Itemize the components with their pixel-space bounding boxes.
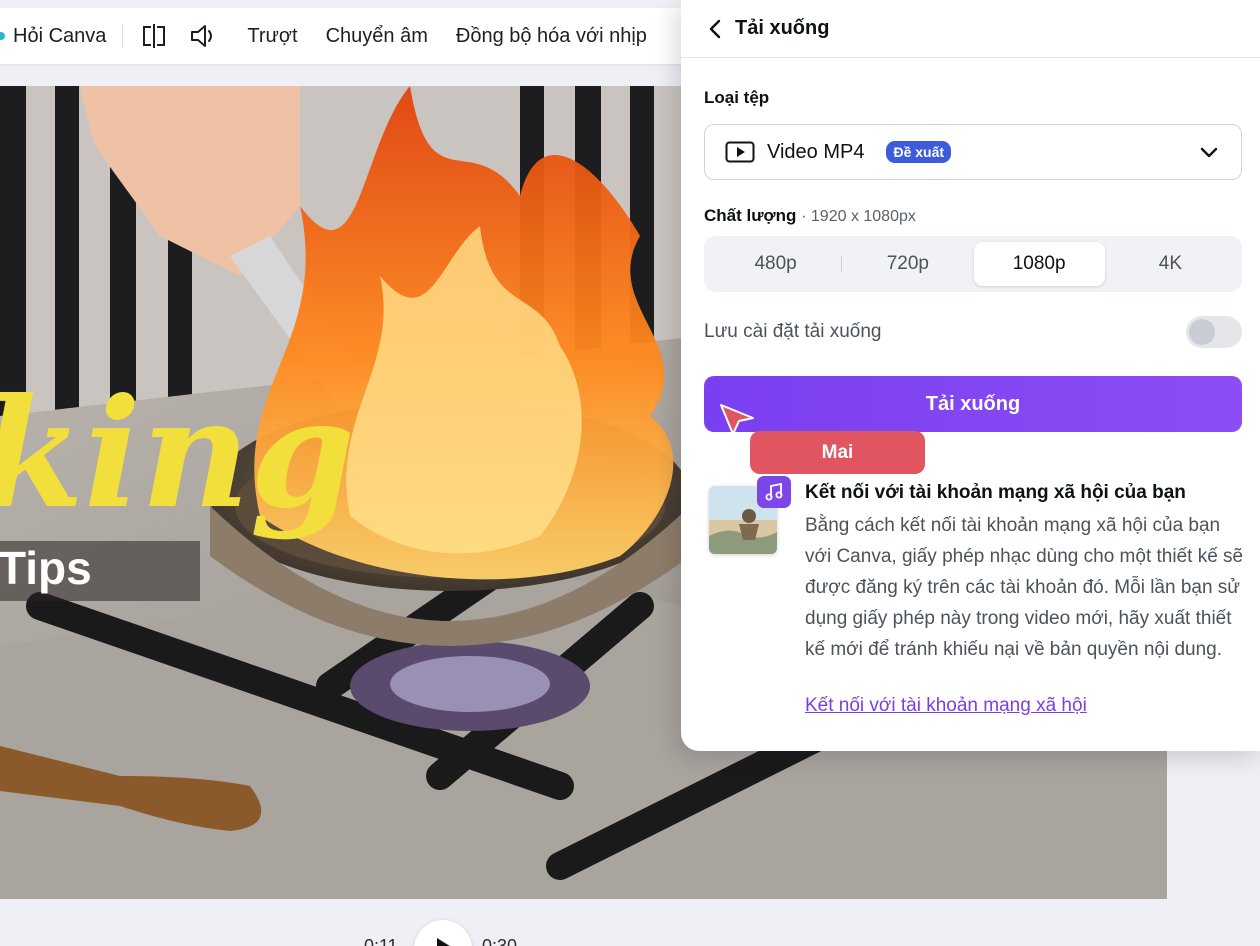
ask-canva-button[interactable]: Hỏi Canva [0,8,120,64]
collaborator-name-tag: Mai [750,431,925,474]
sync-beat-button[interactable]: Đồng bộ hóa với nhịp [442,8,661,64]
file-type-value: Video MP4 [767,140,865,163]
editor-toolbar: Hỏi Canva Trượt Chuyển âm Đồng bộ hóa vớ… [0,8,700,64]
playback-bar [0,899,1260,946]
download-button[interactable]: Tải xuống [704,376,1242,432]
chevron-down-icon [1199,143,1219,163]
back-arrow-icon[interactable] [705,19,725,39]
overlay-tips-text: Tips [0,542,92,594]
ask-canva-label: Hỏi Canva [13,24,107,47]
volume-icon [189,21,219,51]
save-settings-label: Lưu cài đặt tải xuống [704,321,882,342]
quality-label: Chất lượng [704,206,797,225]
current-time: 0:11 [364,936,398,946]
flip-icon [139,21,169,51]
save-settings-row: Lưu cài đặt tải xuống [704,316,1242,348]
overlay-script-text: king [0,366,355,542]
music-note-icon [757,476,791,508]
toolbar-divider [122,24,124,48]
video-file-icon [725,140,755,164]
ask-canva-icon [0,32,5,40]
sync-beat-label: Đồng bộ hóa với nhịp [455,24,647,47]
flip-button[interactable] [125,8,183,64]
toggle-knob [1189,319,1215,345]
connect-title: Kết nối với tài khoản mạng xã hội của bạ… [805,482,1186,503]
volume-button[interactable] [183,8,233,64]
download-panel: Tải xuống Loại tệp Video MP4 Đề xuất Chấ… [681,0,1260,751]
save-settings-toggle[interactable] [1186,316,1242,348]
quality-segmented-control: 480p 720p 1080p 4K [704,236,1242,292]
quality-option-720p[interactable]: 720p [842,242,973,286]
transcribe-label: Chuyển âm [325,24,428,47]
transition-button[interactable]: Trượt [233,8,311,64]
quality-label-row: Chất lượng · 1920 x 1080px [704,206,916,226]
collaborator-cursor-icon [720,404,754,435]
connect-social-link[interactable]: Kết nối với tài khoản mạng xã hội [805,695,1087,717]
file-type-label: Loại tệp [704,88,770,107]
transition-label: Trượt [247,24,298,47]
quality-option-1080p[interactable]: 1080p [973,242,1105,286]
connect-description: Bằng cách kết nối tài khoản mạng xã hội … [805,515,1244,660]
quality-option-480p[interactable]: 480p [710,242,841,286]
total-time: 0:30 [482,936,518,946]
recommended-badge: Đề xuất [886,141,952,163]
quality-resolution: · 1920 x 1080px [801,208,916,225]
quality-option-4k[interactable]: 4K [1105,242,1236,286]
file-type-select[interactable]: Video MP4 Đề xuất [704,124,1242,180]
panel-header: Tải xuống [681,0,1260,58]
panel-title: Tải xuống [735,17,830,39]
transcribe-button[interactable]: Chuyển âm [312,8,442,64]
